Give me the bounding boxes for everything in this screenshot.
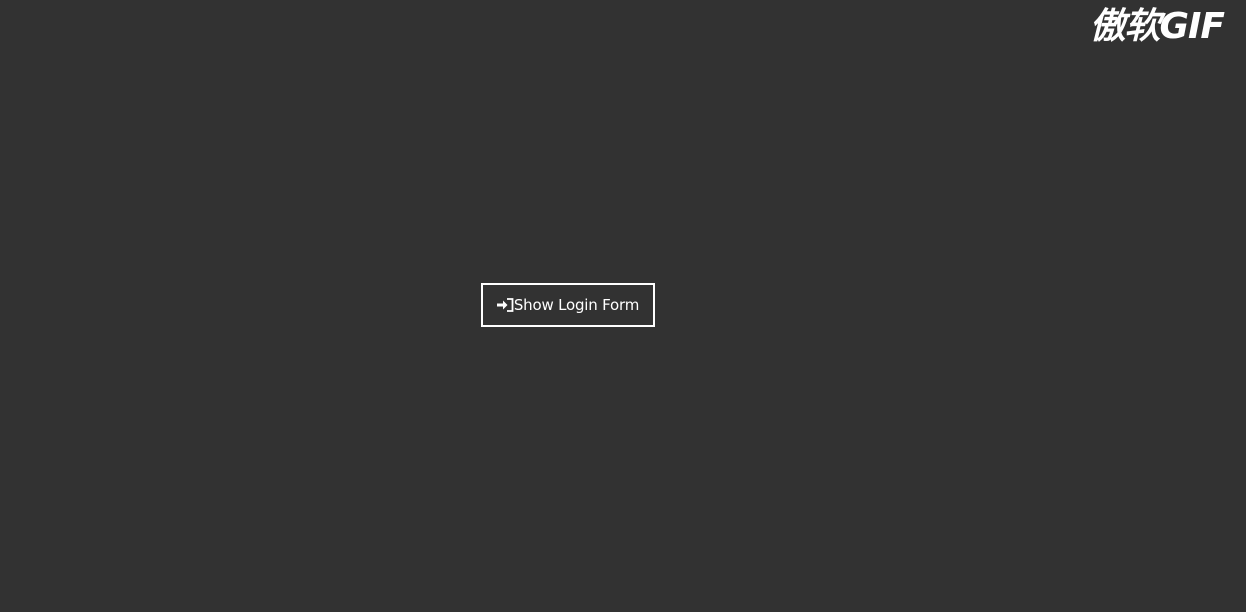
- show-login-form-button[interactable]: Show Login Form: [481, 283, 655, 327]
- page-background: 傲软GIF Show Login Form: [0, 0, 1246, 612]
- sign-in-icon: [496, 298, 514, 312]
- show-login-form-label: Show Login Form: [513, 296, 640, 314]
- watermark-logo: 傲软GIF: [1089, 6, 1225, 47]
